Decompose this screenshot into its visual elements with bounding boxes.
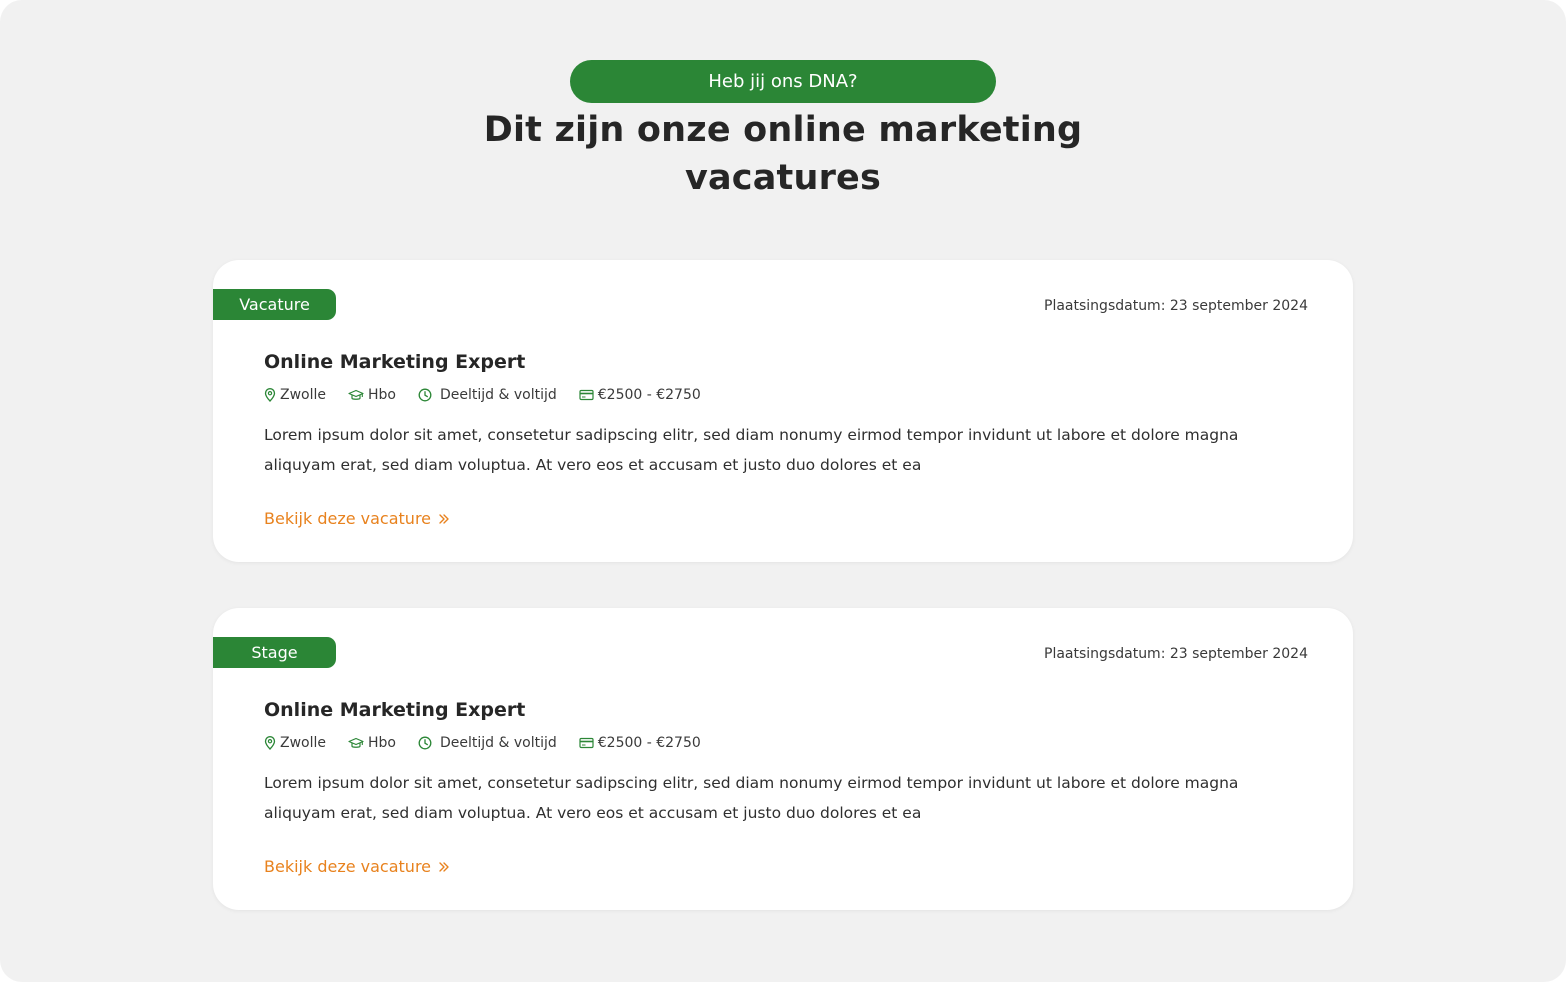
job-type-label: Stage	[251, 643, 298, 662]
job-type-badge: Stage	[213, 637, 336, 668]
job-education: Hbo	[348, 735, 396, 751]
job-salary-label: €2500 - €2750	[597, 735, 701, 751]
job-salary: €2500 - €2750	[579, 735, 701, 751]
job-location: Zwolle	[264, 387, 326, 403]
job-education-label: Hbo	[368, 387, 396, 403]
clock-icon	[418, 388, 432, 402]
page-title: Dit zijn onze online marketing vacatures	[433, 106, 1133, 202]
view-vacancy-link[interactable]: Bekijk deze vacature	[264, 857, 450, 876]
map-pin-icon	[264, 736, 276, 750]
job-description: Lorem ipsum dolor sit amet, consetetur s…	[264, 426, 1239, 474]
view-vacancy-link-label: Bekijk deze vacature	[264, 509, 432, 528]
double-chevron-right-icon	[438, 861, 450, 873]
job-salary-label: €2500 - €2750	[597, 387, 701, 403]
credit-card-icon	[579, 389, 594, 401]
view-vacancy-link[interactable]: Bekijk deze vacature	[264, 509, 450, 528]
job-description: Lorem ipsum dolor sit amet, consetetur s…	[264, 774, 1239, 822]
map-pin-icon	[264, 388, 276, 402]
job-hours-label: Deeltijd & voltijd	[439, 387, 557, 403]
clock-icon	[418, 736, 432, 750]
graduation-cap-icon	[348, 737, 364, 750]
job-location-label: Zwolle	[280, 387, 326, 403]
page-title-line-2: vacatures	[684, 158, 882, 198]
job-education-label: Hbo	[368, 735, 396, 751]
job-salary: €2500 - €2750	[579, 387, 701, 403]
section-eyebrow-label: Heb jij ons DNA?	[708, 71, 858, 92]
credit-card-icon	[579, 737, 594, 749]
posting-date: Plaatsingsdatum: 23 september 2024	[1044, 298, 1308, 314]
double-chevron-right-icon	[438, 513, 450, 525]
job-meta: Zwolle Hbo Deeltijd & voltijd €2500 - €2…	[264, 733, 723, 753]
page-background: Heb jij ons DNA? Dit zijn onze online ma…	[0, 0, 1566, 982]
job-title: Online Marketing Expert	[264, 699, 526, 721]
page-title-line-1: Dit zijn onze online marketing	[483, 110, 1083, 150]
section-eyebrow-pill: Heb jij ons DNA?	[570, 60, 996, 103]
graduation-cap-icon	[348, 389, 364, 402]
job-type-label: Vacature	[239, 295, 310, 314]
job-meta: Zwolle Hbo Deeltijd & voltijd €2500 - €2…	[264, 385, 723, 405]
job-hours: Deeltijd & voltijd	[418, 387, 557, 403]
job-hours: Deeltijd & voltijd	[418, 735, 557, 751]
job-education: Hbo	[348, 387, 396, 403]
job-card: Stage Plaatsingsdatum: 23 september 2024…	[213, 608, 1353, 910]
job-title: Online Marketing Expert	[264, 351, 526, 373]
job-location-label: Zwolle	[280, 735, 326, 751]
job-hours-label: Deeltijd & voltijd	[439, 735, 557, 751]
job-card: Vacature Plaatsingsdatum: 23 september 2…	[213, 260, 1353, 562]
posting-date: Plaatsingsdatum: 23 september 2024	[1044, 646, 1308, 662]
view-vacancy-link-label: Bekijk deze vacature	[264, 857, 432, 876]
job-location: Zwolle	[264, 735, 326, 751]
job-type-badge: Vacature	[213, 289, 336, 320]
